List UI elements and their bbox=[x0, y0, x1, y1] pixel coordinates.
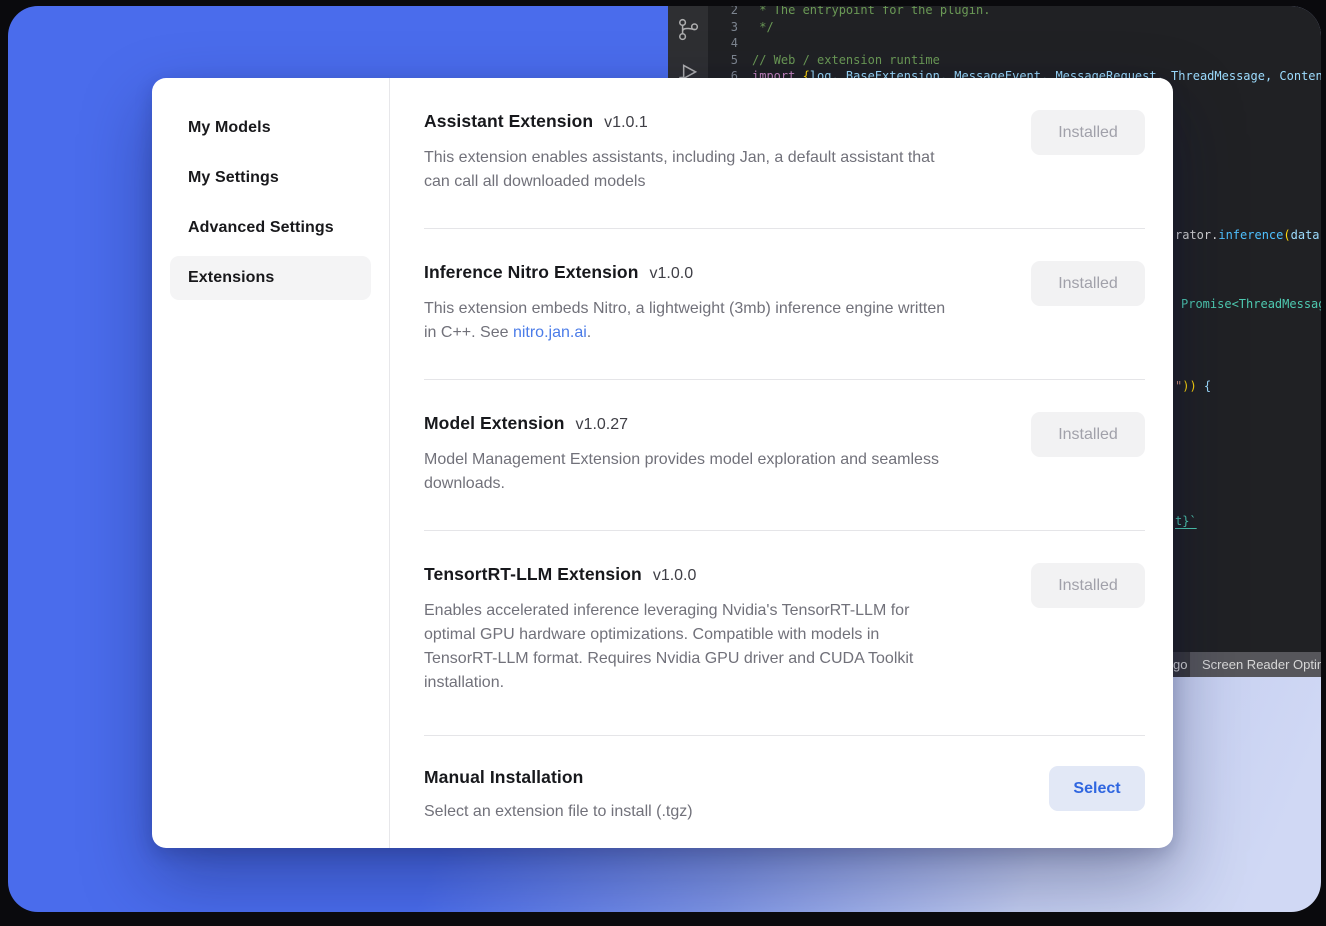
extension-row-inference-nitro: Inference Nitro Extension v1.0.0 This ex… bbox=[424, 229, 1145, 380]
extension-title: Assistant Extension v1.0.1 bbox=[424, 108, 949, 136]
settings-sidebar: My Models My Settings Advanced Settings … bbox=[152, 78, 390, 848]
line-number: 3 bbox=[708, 19, 752, 36]
extension-description: Enables accelerated inference leveraging… bbox=[424, 599, 949, 695]
extension-name: Inference Nitro Extension bbox=[424, 259, 639, 285]
extension-title: Manual Installation bbox=[424, 764, 693, 790]
extension-row-tensorrt-llm: TensortRT-LLM Extension v1.0.0 Enables a… bbox=[424, 531, 1145, 736]
extension-name: Manual Installation bbox=[424, 764, 583, 790]
extension-row-model: Model Extension v1.0.27 Model Management… bbox=[424, 380, 1145, 531]
source-control-icon[interactable] bbox=[675, 16, 701, 42]
settings-card: My Models My Settings Advanced Settings … bbox=[152, 78, 1173, 848]
code-fragment-template-end: t}` bbox=[1175, 514, 1197, 528]
extension-description: Select an extension file to install (.tg… bbox=[424, 800, 693, 824]
manual-installation-row: Manual Installation Select an extension … bbox=[424, 736, 1145, 824]
line-number: 2 bbox=[708, 6, 752, 19]
sidebar-item-my-settings[interactable]: My Settings bbox=[170, 156, 371, 200]
extension-name: TensortRT-LLM Extension bbox=[424, 561, 642, 587]
sidebar-item-advanced-settings[interactable]: Advanced Settings bbox=[170, 206, 371, 250]
extension-description: This extension embeds Nitro, a lightweig… bbox=[424, 297, 949, 345]
extension-row-assistant: Assistant Extension v1.0.1 This extensio… bbox=[424, 78, 1145, 229]
line-number: 5 bbox=[708, 52, 752, 69]
sidebar-item-my-models[interactable]: My Models bbox=[170, 106, 371, 150]
extension-version: v1.0.27 bbox=[576, 412, 628, 438]
nitro-jan-ai-link[interactable]: nitro.jan.ai bbox=[513, 324, 587, 341]
extension-info: Assistant Extension v1.0.1 This extensio… bbox=[424, 108, 949, 194]
extension-version: v1.0.0 bbox=[653, 563, 697, 589]
installed-button[interactable]: Installed bbox=[1031, 412, 1145, 457]
code-fragment-promise: Promise<ThreadMessage> bbox=[1181, 297, 1321, 311]
description-text: . bbox=[587, 324, 591, 341]
extension-name: Model Extension bbox=[424, 410, 565, 436]
code-text: // Web / extension runtime bbox=[752, 52, 940, 69]
code-fragment-brace: ")) { bbox=[1175, 379, 1211, 393]
extension-info: Inference Nitro Extension v1.0.0 This ex… bbox=[424, 259, 949, 345]
extension-description: This extension enables assistants, inclu… bbox=[424, 146, 949, 194]
code-line: 2 * The entrypoint for the plugin. bbox=[708, 6, 1321, 19]
code-fragment-inference: rator.inference(data)); bbox=[1175, 228, 1321, 242]
code-text: */ bbox=[752, 19, 774, 36]
extension-title: Model Extension v1.0.27 bbox=[424, 410, 949, 438]
code-line: 5 // Web / extension runtime bbox=[708, 52, 1321, 69]
extension-title: Inference Nitro Extension v1.0.0 bbox=[424, 259, 949, 287]
extensions-list: Assistant Extension v1.0.1 This extensio… bbox=[390, 78, 1173, 848]
extension-version: v1.0.0 bbox=[650, 261, 694, 287]
code-line: 3 */ bbox=[708, 19, 1321, 36]
sidebar-item-extensions[interactable]: Extensions bbox=[170, 256, 371, 300]
status-bar-text: go bbox=[1173, 657, 1187, 672]
extension-info: Model Extension v1.0.27 Model Management… bbox=[424, 410, 949, 496]
line-number: 4 bbox=[708, 35, 752, 52]
installed-button[interactable]: Installed bbox=[1031, 261, 1145, 306]
extension-version: v1.0.1 bbox=[604, 110, 648, 136]
extension-name: Assistant Extension bbox=[424, 108, 593, 134]
desktop-background: 2 * The entrypoint for the plugin. 3 */ … bbox=[8, 6, 1321, 912]
screen-reader-optimized-badge[interactable]: Screen Reader Optimized bbox=[1190, 652, 1321, 677]
select-file-button[interactable]: Select bbox=[1049, 766, 1145, 811]
code-text: * The entrypoint for the plugin. bbox=[752, 6, 990, 19]
description-text: This extension embeds Nitro, a lightweig… bbox=[424, 300, 945, 341]
code-line: 4 bbox=[708, 35, 1321, 52]
installed-button[interactable]: Installed bbox=[1031, 110, 1145, 155]
extension-title: TensortRT-LLM Extension v1.0.0 bbox=[424, 561, 949, 589]
code-editor-area: 2 * The entrypoint for the plugin. 3 */ … bbox=[708, 6, 1321, 85]
extension-info: TensortRT-LLM Extension v1.0.0 Enables a… bbox=[424, 561, 949, 695]
extension-description: Model Management Extension provides mode… bbox=[424, 448, 949, 496]
installed-button[interactable]: Installed bbox=[1031, 563, 1145, 608]
extension-info: Manual Installation Select an extension … bbox=[424, 764, 693, 824]
